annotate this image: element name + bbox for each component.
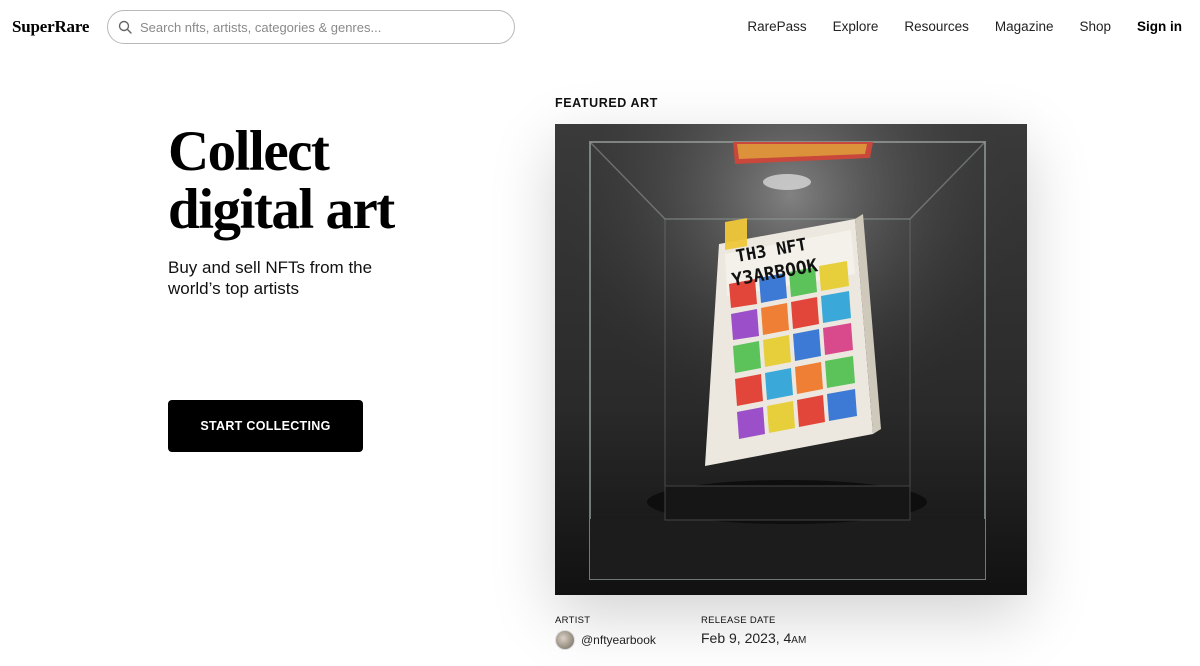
featured-artwork[interactable]: TH3 NFT Y3ARBOOK <box>555 124 1027 595</box>
artist-link[interactable]: @nftyearbook <box>555 630 656 650</box>
artwork-image: TH3 NFT Y3ARBOOK <box>555 124 1027 595</box>
start-collecting-button[interactable]: START COLLECTING <box>168 400 363 452</box>
hero-title-line-2: digital art <box>168 178 395 241</box>
nav-resources[interactable]: Resources <box>904 19 969 34</box>
nav-rarepass[interactable]: RarePass <box>747 19 806 34</box>
release-date-label: RELEASE DATE <box>701 615 776 626</box>
search-bar[interactable] <box>107 10 515 44</box>
search-input[interactable] <box>140 19 480 35</box>
top-header: SuperRare RarePass Explore Resources Mag… <box>0 0 1200 56</box>
release-date: Feb 9, 2023, 4AM <box>701 630 806 646</box>
artist-handle: @nftyearbook <box>581 633 656 647</box>
avatar <box>555 630 575 650</box>
nav-shop[interactable]: Shop <box>1079 19 1111 34</box>
superrare-logo[interactable]: SuperRare <box>12 17 89 37</box>
artist-label: ARTIST <box>555 615 591 626</box>
release-ampm: AM <box>791 635 807 646</box>
release-date-value: Feb 9, 2023, 4 <box>701 630 792 646</box>
main-nav: RarePass Explore Resources Magazine Shop… <box>721 19 1182 34</box>
hero-subtitle: Buy and sell NFTs from the world’s top a… <box>168 258 373 298</box>
nav-magazine[interactable]: Magazine <box>995 19 1054 34</box>
search-icon <box>118 20 132 34</box>
hero-title-line-1: Collect <box>168 120 330 183</box>
sign-in-link[interactable]: Sign in <box>1137 19 1182 34</box>
featured-art-heading: FEATURED ART <box>555 96 659 110</box>
hero-title: Collect digital art <box>168 123 488 239</box>
nav-explore[interactable]: Explore <box>833 19 879 34</box>
